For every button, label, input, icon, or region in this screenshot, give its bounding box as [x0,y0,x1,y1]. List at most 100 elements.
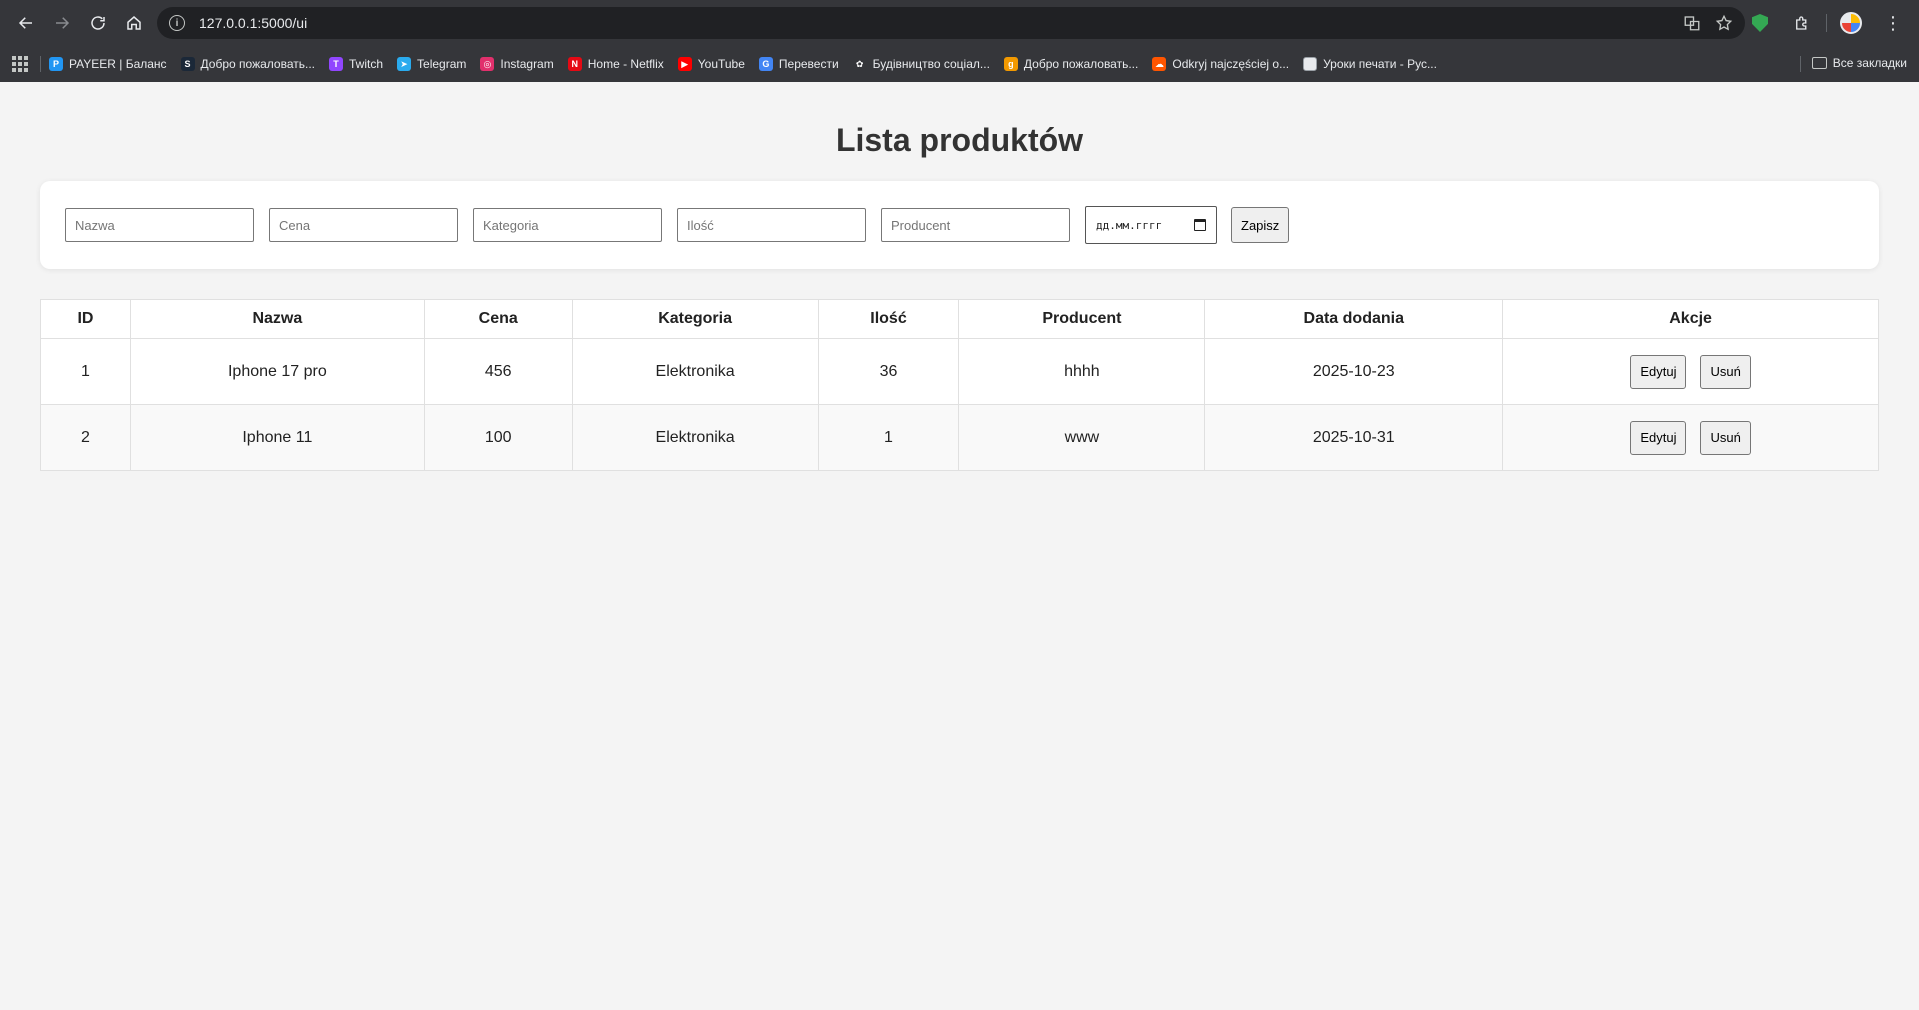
column-header: Nazwa [129,299,425,339]
column-header: Akcje [1502,299,1879,339]
delete-button[interactable]: Usuń [1700,354,1751,389]
bookmark-list: P PAYEER | Баланс S Добро пожаловать... T Twi… [49,57,1451,71]
ilosc-input[interactable] [677,208,866,242]
bookmark-label: YouTube [697,57,745,71]
address-bar[interactable]: i 127.0.0.1:5000/ui [157,7,1745,39]
home-button[interactable] [116,5,152,41]
column-header: Cena [423,299,573,339]
page-icon [1303,57,1318,71]
extensions-button[interactable] [1784,5,1820,41]
cell-id: 1 [40,338,131,405]
bookmark-item[interactable]: P PAYEER | Баланс [49,57,167,71]
more-vert-icon: ⋮ [1884,13,1902,33]
menu-button[interactable]: ⋮ [1875,5,1911,41]
browser-right-icons: ⋮ [1742,5,1911,41]
bookmark-item[interactable]: N Home - Netflix [567,57,664,71]
all-bookmarks-label: Все закладки [1832,56,1907,70]
cell-nazwa: Iphone 11 [129,404,425,471]
netflix-icon: N [567,57,582,71]
browser-toolbar: i 127.0.0.1:5000/ui ⋮ [0,0,1919,46]
puzzle-icon [1796,16,1807,30]
bookmark-label: Home - Netflix [587,57,664,71]
cell-kategoria: Elektronika [571,404,819,471]
back-button[interactable] [8,5,44,41]
cell-id: 2 [40,404,131,471]
cell-ilosc: 1 [817,404,960,471]
date-input[interactable]: дд.мм.гггг [1085,206,1217,244]
arrow-left-icon [18,17,32,29]
bookmark-label: PAYEER | Баланс [69,57,167,71]
table-row: 1 Iphone 17 pro 456 Elektronika 36 hhhh … [40,338,1879,405]
cell-akcje: Edytuj Usuń [1502,404,1879,471]
bookmark-item[interactable]: ☁ Odkryj najczęściej o... [1152,57,1289,71]
product-form: дд.мм.гггг Zapisz [40,181,1879,269]
cell-data: 2025-10-31 [1204,404,1504,471]
table-row: 2 Iphone 11 100 Elektronika 1 www 2025-1… [40,404,1879,471]
products-table: ID Nazwa Cena Kategoria Ilość Producent … [40,299,1879,471]
bookmark-item[interactable]: S Добро пожаловать... [180,57,315,71]
bookmark-item[interactable]: ✿ Будівництво соціал... [852,57,990,71]
translate-icon: G [758,57,773,71]
bookmark-label: Добро пожаловать... [200,57,315,71]
youtube-icon: ▶ [677,57,692,71]
calendar-icon[interactable] [1194,219,1206,231]
bookmark-label: Добро пожаловать... [1023,57,1139,71]
nazwa-input[interactable] [65,208,254,242]
g-icon: g [1003,57,1018,71]
date-placeholder: дд.мм.гггг [1096,218,1163,232]
folder-icon [1811,57,1827,69]
edit-button[interactable]: Edytuj [1630,354,1687,389]
steam-icon: S [180,57,195,71]
bookmark-item[interactable]: T Twitch [329,57,383,71]
soundcloud-icon: ☁ [1152,57,1167,71]
cell-nazwa: Iphone 17 pro [129,338,425,405]
bookmark-label: Telegram [417,57,467,71]
star-bookmark-icon[interactable] [1715,14,1733,32]
reload-icon [91,16,105,30]
column-header: ID [40,299,131,339]
cell-cena: 100 [423,404,573,471]
openai-icon: ✿ [852,57,867,71]
home-icon [127,16,141,30]
page-content: Lista produktów дд.мм.гггг Zapisz ID Naz… [0,122,1919,471]
bookmark-item[interactable]: g Добро пожаловать... [1003,57,1139,71]
translate-page-icon[interactable] [1683,14,1701,32]
table-header-row: ID Nazwa Cena Kategoria Ilość Producent … [40,299,1879,339]
cena-input[interactable] [269,208,458,242]
bookmark-item[interactable]: ◎ Instagram [480,57,554,71]
bookmarks-divider [40,56,41,72]
producent-input[interactable] [881,208,1070,242]
bookmark-label: Будівництво соціал... [872,57,990,71]
bookmark-item[interactable]: G Перевести [758,57,839,71]
cell-cena: 456 [423,338,573,405]
avatar [1840,12,1862,34]
bookmark-item[interactable]: ▶ YouTube [677,57,745,71]
all-bookmarks-button[interactable]: Все закладки [1811,56,1907,70]
bookmark-label: Перевести [778,57,839,71]
adblock-extension-button[interactable] [1742,5,1778,41]
edit-button[interactable]: Edytuj [1630,420,1687,455]
toolbar-divider [1826,14,1827,32]
save-button[interactable]: Zapisz [1231,207,1290,243]
instagram-icon: ◎ [480,57,495,71]
bookmark-item[interactable]: Уроки печати - Рус... [1303,57,1437,71]
bookmark-label: Twitch [349,57,384,71]
column-header: Ilość [817,299,960,339]
page-title: Lista produktów [835,122,1084,158]
site-info-icon[interactable]: i [169,15,185,31]
bookmark-label: Odkryj najczęściej o... [1172,57,1290,71]
kategoria-input[interactable] [473,208,662,242]
cell-data: 2025-10-23 [1204,338,1504,405]
arrow-right-icon [56,17,70,29]
telegram-icon: ➤ [397,57,412,71]
reload-button[interactable] [80,5,116,41]
column-header: Data dodania [1204,299,1504,339]
omnibox-actions [1683,14,1733,32]
forward-button[interactable] [44,5,80,41]
cell-kategoria: Elektronika [571,338,819,405]
delete-button[interactable]: Usuń [1700,420,1751,455]
apps-grid-icon[interactable] [12,56,28,72]
bookmarks-divider [1800,56,1801,72]
bookmark-item[interactable]: ➤ Telegram [397,57,466,71]
profile-button[interactable] [1833,5,1869,41]
